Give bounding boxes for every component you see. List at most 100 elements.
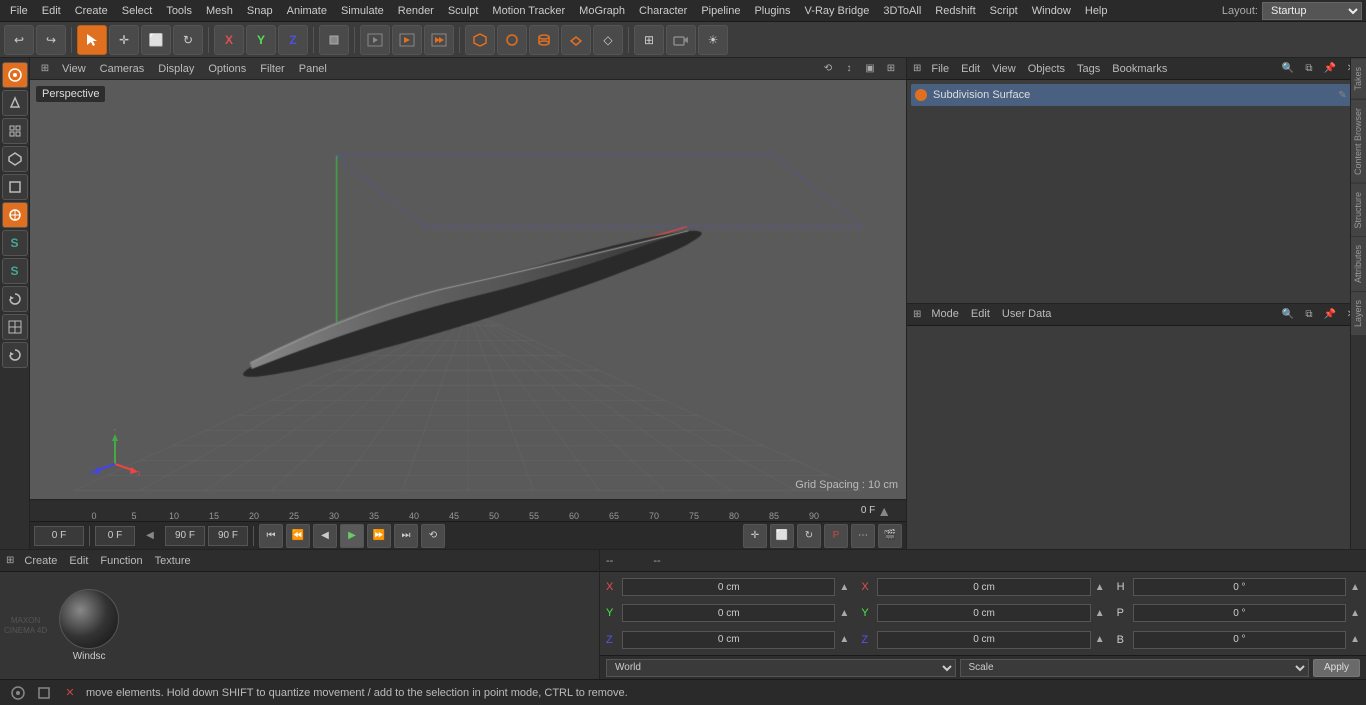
coord-h-arrow[interactable]: ▲	[1350, 582, 1360, 593]
menu-vray[interactable]: V-Ray Bridge	[799, 3, 876, 19]
end-frame-input2[interactable]	[208, 526, 248, 546]
objects-pin-icon[interactable]: 📌	[1321, 60, 1339, 78]
sidebar-mode-4[interactable]	[2, 146, 28, 172]
tc-btn-dots[interactable]: ⋯	[851, 524, 875, 548]
coord-y-pos[interactable]	[622, 604, 835, 622]
step-forward-button[interactable]: ⏩	[367, 524, 391, 548]
layout-dropdown[interactable]: Startup	[1262, 2, 1362, 20]
viewport-icon-4[interactable]: ⊞	[882, 60, 900, 78]
tab-layers[interactable]: Layers	[1351, 291, 1366, 335]
objects-copy-icon[interactable]: ⧉	[1300, 60, 1318, 78]
scale-button[interactable]: ⬜	[141, 25, 171, 55]
coord-x-size[interactable]	[877, 578, 1090, 596]
menu-simulate[interactable]: Simulate	[335, 3, 390, 19]
tc-btn-record[interactable]: P	[824, 524, 848, 548]
attr-menu-edit[interactable]: Edit	[965, 306, 996, 322]
sidebar-mode-5[interactable]	[2, 174, 28, 200]
coord-z-size-arrow[interactable]: ▲	[1095, 634, 1105, 645]
render-view-button[interactable]	[392, 25, 422, 55]
curve-button[interactable]: ◇	[593, 25, 623, 55]
viewport-icon-3[interactable]: ▣	[861, 60, 879, 78]
attr-menu-mode[interactable]: Mode	[925, 306, 965, 322]
viewport-menu-options[interactable]: Options	[202, 61, 252, 77]
attr-search-icon[interactable]: 🔍	[1279, 305, 1297, 323]
object-edit-icon[interactable]: ✎	[1338, 90, 1346, 101]
tc-btn-film[interactable]: 🎬	[878, 524, 902, 548]
render-region-button[interactable]	[360, 25, 390, 55]
menu-3dtoall[interactable]: 3DToAll	[877, 3, 927, 19]
viewport-menu-view[interactable]: View	[56, 61, 92, 77]
viewport-3d[interactable]: Perspective Grid Spacing : 10 cm Y X Z	[30, 80, 906, 499]
coord-y-size-arrow[interactable]: ▲	[1095, 608, 1105, 619]
sidebar-mode-8[interactable]: S	[2, 258, 28, 284]
menu-mograph[interactable]: MoGraph	[573, 3, 631, 19]
cube-button[interactable]	[465, 25, 495, 55]
sidebar-mode-3[interactable]	[2, 118, 28, 144]
sidebar-mode-1[interactable]	[2, 62, 28, 88]
sidebar-mode-10[interactable]	[2, 314, 28, 340]
menu-tools[interactable]: Tools	[160, 3, 198, 19]
status-icon-3[interactable]: ✕	[60, 683, 80, 703]
mat-menu-edit[interactable]: Edit	[63, 553, 94, 569]
grid-view-button[interactable]: ⊞	[634, 25, 664, 55]
select-mode-button[interactable]	[77, 25, 107, 55]
coord-p-arrow[interactable]: ▲	[1350, 608, 1360, 619]
tab-attributes[interactable]: Attributes	[1351, 236, 1366, 291]
apply-button[interactable]: Apply	[1313, 659, 1360, 677]
tc-btn-move[interactable]: ✛	[743, 524, 767, 548]
menu-file[interactable]: File	[4, 3, 34, 19]
undo-button[interactable]: ↩	[4, 25, 34, 55]
coord-h-rot[interactable]	[1133, 578, 1346, 596]
coord-y-size[interactable]	[877, 604, 1090, 622]
objects-menu-edit[interactable]: Edit	[955, 61, 986, 77]
viewport-grid-icon[interactable]: ⊞	[36, 60, 54, 78]
menu-mesh[interactable]: Mesh	[200, 3, 239, 19]
attr-pin-icon[interactable]: 📌	[1321, 305, 1339, 323]
menu-render[interactable]: Render	[392, 3, 440, 19]
menu-pipeline[interactable]: Pipeline	[695, 3, 746, 19]
menu-plugins[interactable]: Plugins	[748, 3, 796, 19]
viewport-menu-filter[interactable]: Filter	[254, 61, 290, 77]
menu-animate[interactable]: Animate	[281, 3, 333, 19]
end-frame-input[interactable]	[165, 526, 205, 546]
start-frame-input[interactable]	[95, 526, 135, 546]
menu-help[interactable]: Help	[1079, 3, 1114, 19]
coord-p-rot[interactable]	[1133, 604, 1346, 622]
tab-structure[interactable]: Structure	[1351, 183, 1366, 237]
coord-z-pos-arrow[interactable]: ▲	[839, 634, 849, 645]
timeline[interactable]: 0 5 10 15 20 25 30 35 40 45 50 55 60 65	[30, 499, 906, 521]
menu-snap[interactable]: Snap	[241, 3, 279, 19]
viewport-icon-2[interactable]: ↕	[840, 60, 858, 78]
status-icon-2[interactable]	[34, 683, 54, 703]
coord-b-arrow[interactable]: ▲	[1350, 634, 1360, 645]
material-item-windsc[interactable]: Windsc	[59, 589, 119, 662]
move-button[interactable]: ✛	[109, 25, 139, 55]
objects-menu-view[interactable]: View	[986, 61, 1022, 77]
world-dropdown[interactable]: World	[606, 659, 956, 677]
mat-menu-function[interactable]: Function	[94, 553, 148, 569]
coord-y-pos-arrow[interactable]: ▲	[839, 608, 849, 619]
menu-character[interactable]: Character	[633, 3, 693, 19]
current-frame-input[interactable]	[34, 526, 84, 546]
menu-motion-tracker[interactable]: Motion Tracker	[486, 3, 571, 19]
menu-script[interactable]: Script	[984, 3, 1024, 19]
go-start-button[interactable]: ⏮	[259, 524, 283, 548]
tab-takes[interactable]: Takes	[1351, 58, 1366, 99]
light-button[interactable]: ☀	[698, 25, 728, 55]
sphere-button[interactable]	[497, 25, 527, 55]
objects-search-icon[interactable]: 🔍	[1279, 60, 1297, 78]
x-axis-button[interactable]: X	[214, 25, 244, 55]
objects-menu-objects[interactable]: Objects	[1022, 61, 1071, 77]
menu-select[interactable]: Select	[116, 3, 159, 19]
camera-button[interactable]	[666, 25, 696, 55]
sidebar-mode-9[interactable]	[2, 286, 28, 312]
menu-window[interactable]: Window	[1026, 3, 1077, 19]
rotate-button[interactable]: ↻	[173, 25, 203, 55]
mat-menu-texture[interactable]: Texture	[149, 553, 197, 569]
coord-x-pos-arrow[interactable]: ▲	[839, 582, 849, 593]
step-back-button[interactable]: ⏪	[286, 524, 310, 548]
attr-copy-icon[interactable]: ⧉	[1300, 305, 1318, 323]
menu-redshift[interactable]: Redshift	[929, 3, 981, 19]
tab-content-browser[interactable]: Content Browser	[1351, 99, 1366, 183]
redo-button[interactable]: ↪	[36, 25, 66, 55]
